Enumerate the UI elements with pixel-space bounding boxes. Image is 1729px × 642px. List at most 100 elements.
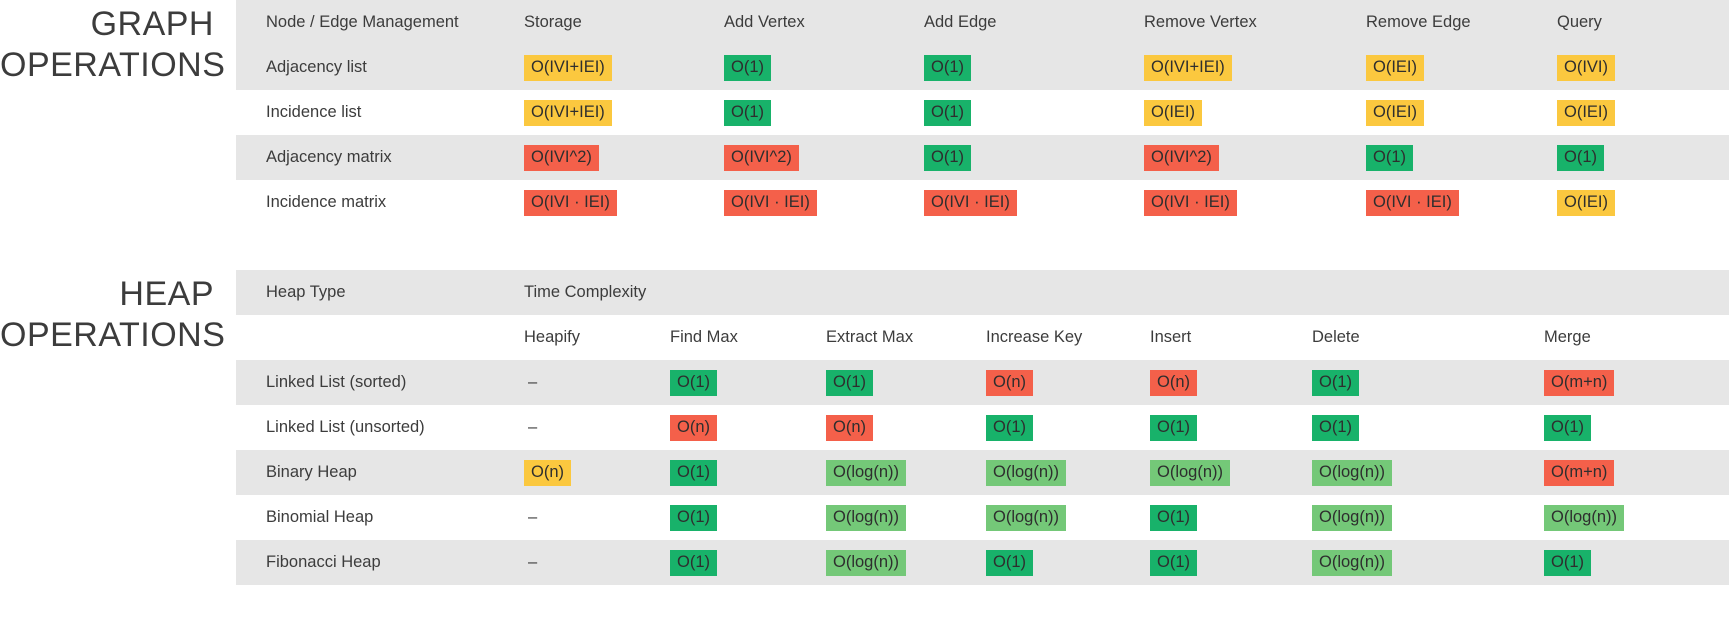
complexity-cell: O(log(n)) <box>1308 450 1540 495</box>
row-label: Adjacency list <box>236 45 520 90</box>
complexity-badge: O(1) <box>924 99 971 126</box>
complexity-badge: O(1) <box>1150 549 1197 576</box>
complexity-cell: O(log(n)) <box>982 495 1146 540</box>
cell-wrapper: O(1) <box>720 99 920 126</box>
cell-wrapper: O(1) <box>982 414 1146 441</box>
complexity-cell: – <box>520 360 666 405</box>
cell-wrapper: O(1) <box>1362 144 1553 171</box>
cell-wrapper: O(1) <box>666 459 822 486</box>
complexity-badge: O(IVI · IEI) <box>724 189 817 216</box>
cell-wrapper: O(IVI · IEI) <box>1140 189 1362 216</box>
complexity-badge: O(IEI) <box>1366 99 1424 126</box>
complexity-cell: O(IVI) <box>1553 45 1729 90</box>
complexity-cell: O(IVI^2) <box>520 135 720 180</box>
cell-wrapper: O(log(n)) <box>982 459 1146 486</box>
complexity-cell: – <box>520 495 666 540</box>
complexity-cell: O(n) <box>1146 360 1308 405</box>
complexity-badge: O(1) <box>924 54 971 81</box>
complexity-badge: O(1) <box>670 459 717 486</box>
complexity-badge: O(1) <box>1544 414 1591 441</box>
complexity-cell: O(1) <box>666 540 822 585</box>
complexity-cell: O(log(n)) <box>1146 450 1308 495</box>
graph-col-header-5: Remove Edge <box>1362 0 1553 45</box>
complexity-badge: O(log(n)) <box>826 549 907 576</box>
cell-wrapper: O(log(n)) <box>822 504 982 531</box>
complexity-badge: O(1) <box>1544 549 1591 576</box>
cell-wrapper: O(1) <box>666 369 822 396</box>
complexity-cell: O(IVI+IEI) <box>520 90 720 135</box>
cell-wrapper: O(log(n)) <box>1308 459 1540 486</box>
complexity-cell: O(IVI+IEI) <box>1140 45 1362 90</box>
complexity-badge: O(1) <box>1312 414 1359 441</box>
complexity-cell: O(1) <box>666 495 822 540</box>
complexity-cell: O(m+n) <box>1540 450 1729 495</box>
complexity-badge: O(IVI+IEI) <box>524 99 612 126</box>
complexity-badge: O(1) <box>986 549 1033 576</box>
complexity-cell: O(IVI^2) <box>720 135 920 180</box>
cell-wrapper: O(log(n)) <box>1540 504 1729 531</box>
complexity-cell: O(1) <box>1540 405 1729 450</box>
complexity-badge: O(IVI · IEI) <box>924 189 1017 216</box>
complexity-badge: O(1) <box>1366 144 1413 171</box>
graph-col-header-6: Query <box>1553 0 1729 45</box>
cell-wrapper: O(IEI) <box>1553 189 1729 216</box>
complexity-cell: O(1) <box>1362 135 1553 180</box>
complexity-cell: O(log(n)) <box>1540 495 1729 540</box>
table-row: Binomial Heap – O(1) O(log(n)) O(log(n)) O(1)… <box>236 495 1729 540</box>
row-label: Incidence list <box>266 103 362 121</box>
graph-table-body: Adjacency list O(IVI+IEI) O(1) O(1) O(IVI+IE… <box>236 45 1729 225</box>
table-row: Fibonacci Heap – O(1) O(log(n)) O(1) O(1) O(lo… <box>236 540 1729 585</box>
cell-wrapper: O(m+n) <box>1540 459 1729 486</box>
cell-wrapper: O(log(n)) <box>822 459 982 486</box>
complexity-cell: O(n) <box>982 360 1146 405</box>
complexity-cell: O(1) <box>1146 405 1308 450</box>
complexity-cell: O(1) <box>920 90 1140 135</box>
graph-operations-title: GRAPH OPERATIONS <box>0 5 226 84</box>
complexity-cell: – <box>520 540 666 585</box>
row-label: Adjacency matrix <box>236 135 520 180</box>
complexity-cell: O(1) <box>982 405 1146 450</box>
cell-wrapper: O(1) <box>666 549 822 576</box>
cell-wrapper: – <box>520 553 666 572</box>
complexity-cell: O(IEI) <box>1362 45 1553 90</box>
heap-col-header-2: Find Max <box>670 328 738 346</box>
complexity-cell: O(IEI) <box>1140 90 1362 135</box>
complexity-cell: O(IVI^2) <box>1140 135 1362 180</box>
complexity-badge: O(1) <box>670 369 717 396</box>
cell-wrapper: O(IVI+IEI) <box>520 99 720 126</box>
complexity-badge: O(1) <box>1150 504 1197 531</box>
cell-wrapper: – <box>520 373 666 392</box>
complexity-badge: O(m+n) <box>1544 459 1615 486</box>
complexity-badge: O(IEI) <box>1144 99 1202 126</box>
cell-wrapper: – <box>520 508 666 527</box>
complexity-cell: O(IEI) <box>1362 90 1553 135</box>
cell-wrapper: O(log(n)) <box>1308 504 1540 531</box>
heap-col-header-5: Insert <box>1150 328 1192 346</box>
table-row: Incidence matrix O(IVI · IEI) O(IVI · IEI)… <box>236 180 1729 225</box>
cell-wrapper: O(IVI · IEI) <box>920 189 1140 216</box>
heap-col-header-4: Increase Key <box>986 328 1083 346</box>
complexity-badge: O(1) <box>1150 414 1197 441</box>
complexity-badge: O(log(n)) <box>1312 459 1393 486</box>
complexity-badge: O(n) <box>670 414 717 441</box>
complexity-badge: O(1) <box>986 414 1033 441</box>
complexity-badge: O(log(n)) <box>1150 459 1231 486</box>
row-label: Binary Heap <box>236 450 520 495</box>
heap-col-header-6: Delete <box>1312 328 1360 346</box>
complexity-badge: O(log(n)) <box>826 459 907 486</box>
table-row: Incidence list O(IVI+IEI) O(1) O(1) O(IEI) O(… <box>236 90 1729 135</box>
complexity-cell: O(m+n) <box>1540 360 1729 405</box>
complexity-cell: O(log(n)) <box>822 450 982 495</box>
table-row: Binary Heap O(n) O(1) O(log(n)) O(log(n)) O(l… <box>236 450 1729 495</box>
cell-wrapper: O(IVI^2) <box>1140 144 1362 171</box>
cell-wrapper: O(1) <box>1540 414 1729 441</box>
cell-wrapper: O(1) <box>1540 549 1729 576</box>
table-row: Adjacency matrix O(IVI^2) O(IVI^2) O(1) O(IV… <box>236 135 1729 180</box>
complexity-badge: O(1) <box>670 549 717 576</box>
cell-wrapper: O(IEI) <box>1362 99 1553 126</box>
cell-wrapper: O(1) <box>920 54 1140 81</box>
complexity-cell: O(IVI · IEI) <box>720 180 920 225</box>
complexity-badge: O(IVI · IEI) <box>1366 189 1459 216</box>
cell-wrapper: O(IEI) <box>1362 54 1553 81</box>
cell-wrapper: O(IVI · IEI) <box>520 189 720 216</box>
